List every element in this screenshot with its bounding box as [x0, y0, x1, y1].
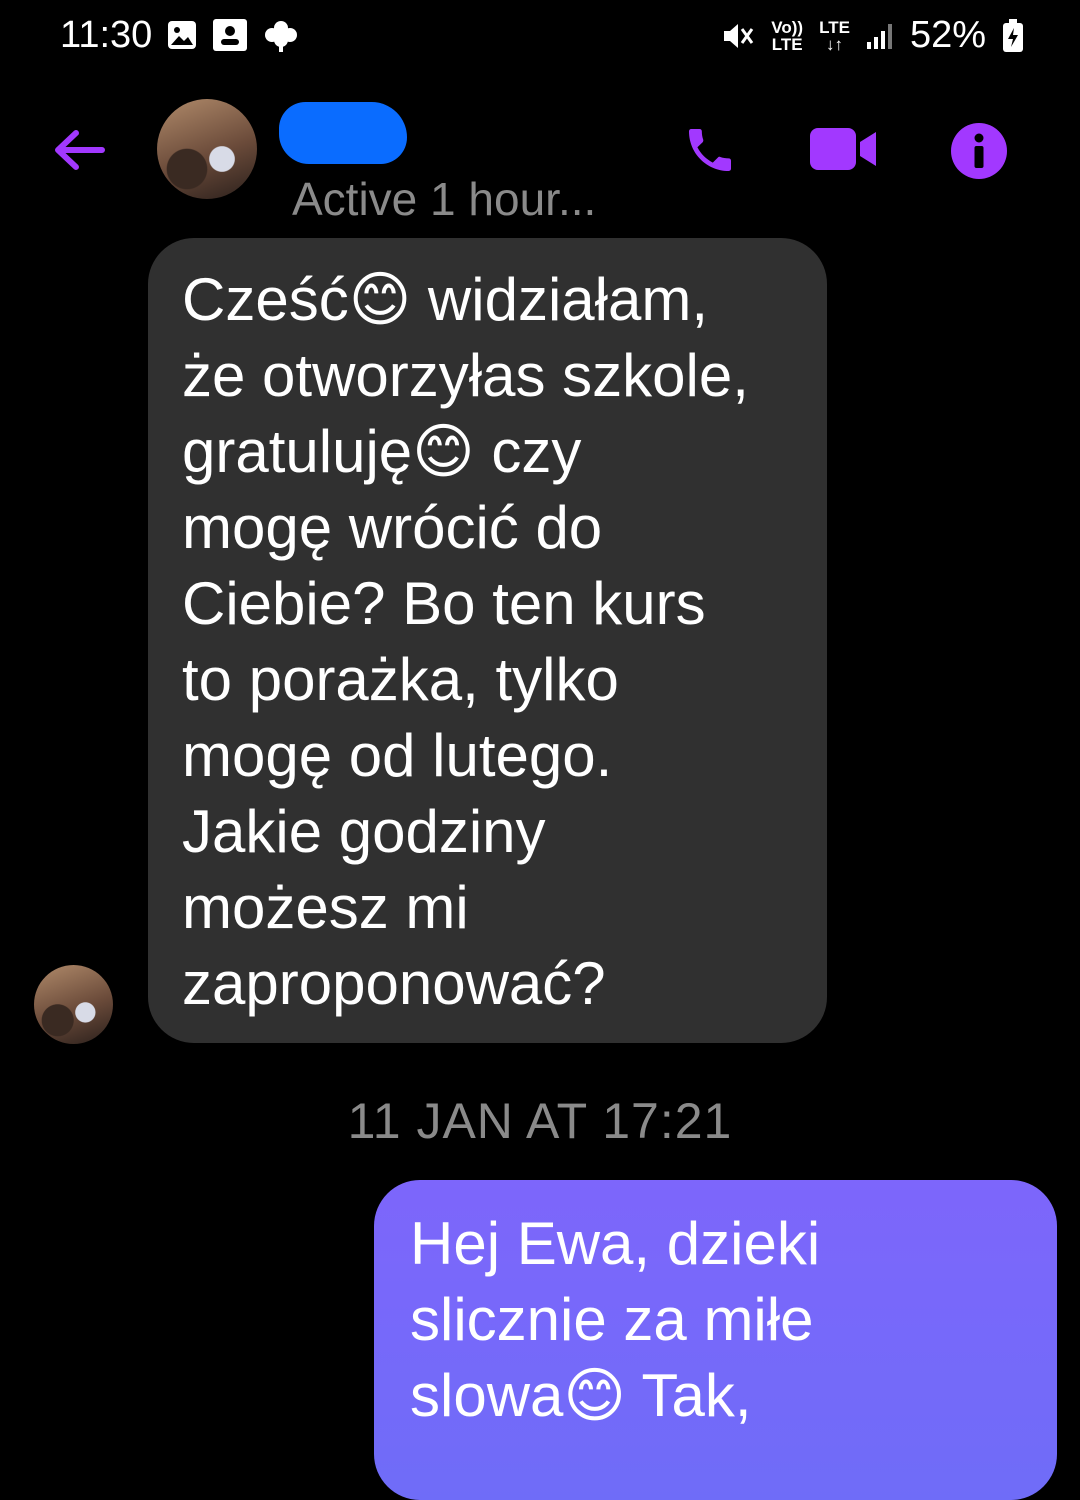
system-icons: Vo)) LTE LTE ↓↑ 52% [721, 14, 1024, 57]
volte-lte-label: LTE [771, 34, 803, 54]
battery-percent: 52% [909, 14, 986, 56]
received-message-text: Cześć😊 widziałam, że otworzyłas szkole, … [182, 266, 749, 1017]
status-time: 11:30 [60, 14, 153, 56]
status-bar: 11:30 Vo)) LTE LTE ↓↑ 52% [0, 0, 1080, 72]
video-call-icon[interactable] [810, 126, 878, 172]
notification-icons [166, 18, 300, 52]
volte-label: Vo)) [771, 17, 804, 37]
back-arrow-icon[interactable] [50, 125, 110, 175]
message-timestamp: 11 JAN AT 17:21 [347, 1093, 733, 1149]
volte-indicator: Vo)) LTE [771, 19, 803, 53]
received-message-bubble[interactable]: Cześć😊 widziałam, że otworzyłas szkole, … [148, 238, 827, 1043]
contact-avatar[interactable] [157, 99, 257, 199]
contact-card-icon [213, 19, 247, 51]
mute-icon [724, 23, 754, 48]
battery-charging-icon [1003, 18, 1023, 52]
data-arrows-icon: ↓↑ [826, 34, 843, 54]
active-status: Active 1 hour... [292, 173, 597, 225]
gallery-icon [168, 21, 196, 49]
lte-indicator: LTE ↓↑ [819, 19, 850, 53]
info-icon[interactable] [950, 122, 1008, 180]
redacted-contact-name[interactable] [279, 102, 407, 164]
phone-call-icon[interactable] [682, 122, 738, 178]
signal-icon [866, 23, 892, 49]
flower-icon [265, 21, 297, 52]
sender-avatar[interactable] [34, 965, 113, 1044]
sent-message-text: Hej Ewa, dzieki slicznie za miłe slowa😊 … [410, 1210, 821, 1429]
sent-message-bubble[interactable]: Hej Ewa, dzieki slicznie za miłe slowa😊 … [374, 1180, 1057, 1500]
conversation-header: Active 1 hour... [0, 80, 1080, 230]
lte-label: LTE [819, 17, 850, 37]
